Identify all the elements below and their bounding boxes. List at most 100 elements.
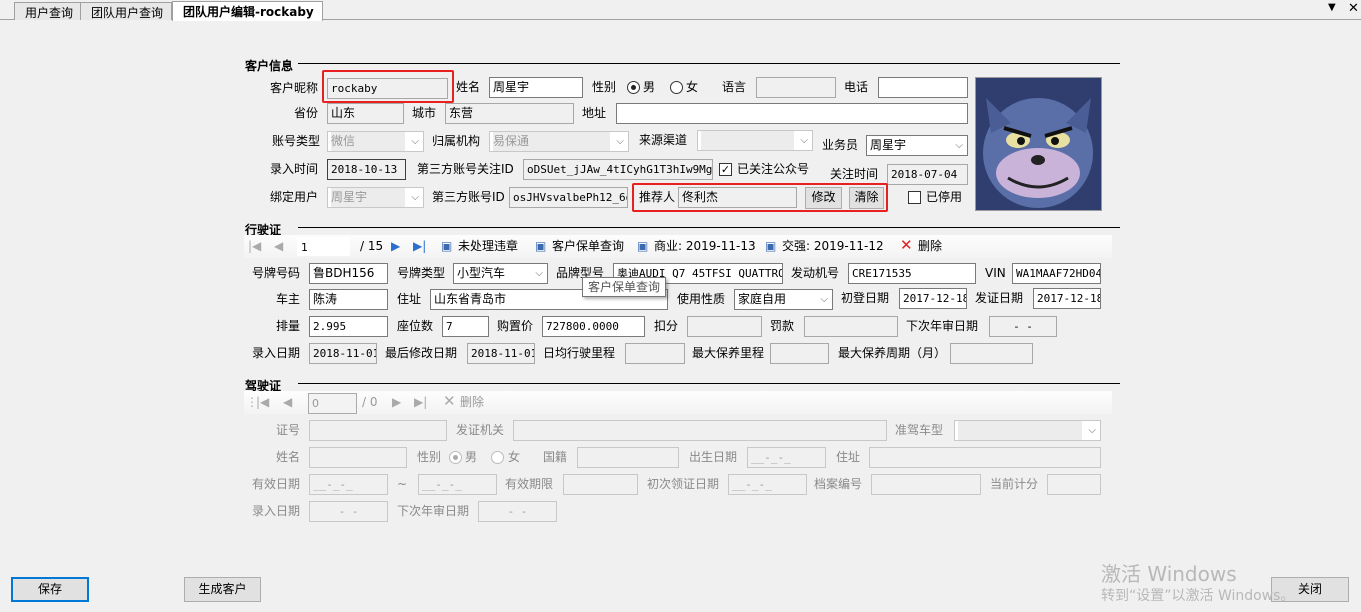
prev-page-icon[interactable]: ◀ (283, 391, 292, 413)
gender-female-radio[interactable] (670, 81, 683, 94)
generate-customer-button[interactable]: 生成客户 (184, 577, 261, 602)
violations-button[interactable]: 未处理违章 (458, 235, 518, 257)
bound-user-select-value: 周星宇 (331, 188, 405, 207)
third-id-field[interactable]: osJHVsvalbePh12_6qI (509, 187, 628, 208)
policy-query-button[interactable]: 客户保单查询 (552, 235, 624, 257)
next-page-icon[interactable]: ▶ (392, 391, 401, 413)
plate-field[interactable]: 鲁BDH156 (309, 263, 388, 284)
picture-icon: ▣ (441, 239, 453, 253)
valid-to-field[interactable]: __-_-_ (418, 474, 497, 495)
license-name-field[interactable] (309, 447, 407, 468)
picture-icon: ▣ (765, 239, 777, 253)
disabled-checkbox[interactable] (908, 191, 921, 204)
tab-team-user-edit[interactable]: 团队用户编辑-rockaby (172, 1, 323, 21)
city-field[interactable]: 东营 (445, 103, 574, 124)
source-select[interactable]: ⌵ (697, 130, 813, 151)
phone-field[interactable] (878, 77, 968, 98)
dropdown-icon[interactable]: ▼ (1328, 2, 1336, 13)
owner-field[interactable]: 陈涛 (309, 289, 388, 310)
birth-label: 出生日期 (689, 450, 738, 464)
follow-time-field[interactable]: 2018-07-04 (887, 164, 968, 185)
last-page-icon[interactable]: ▶| (414, 391, 427, 413)
last-page-icon[interactable]: ▶| (413, 235, 426, 257)
commercial-insurance-button[interactable]: 商业: 2019-11-13 (654, 235, 756, 257)
license-delete-button[interactable]: 删除 (460, 391, 484, 413)
compulsory-insurance-button[interactable]: 交强: 2019-11-12 (782, 235, 884, 257)
daily-km-field[interactable] (625, 343, 685, 364)
first-page-icon[interactable]: |◀ (256, 391, 269, 413)
first-reg-field[interactable]: 2017-12-18 (899, 288, 967, 309)
license-next-inspect-field[interactable]: - - (478, 501, 557, 522)
tab-team-user-query[interactable]: 团队用户查询 (80, 2, 173, 20)
birth-field[interactable]: __-_-_ (747, 447, 826, 468)
vehicle-entry-field[interactable]: 2018-11-01 (309, 343, 377, 364)
license-male-radio[interactable] (449, 451, 462, 464)
nickname-field[interactable]: rockaby (327, 78, 448, 99)
engine-field[interactable]: CRE171535 (848, 263, 976, 284)
gender-male-radio[interactable] (627, 81, 640, 94)
plate-label: 号牌号码 (252, 266, 301, 280)
province-field[interactable]: 山东 (327, 103, 404, 124)
followed-checkbox[interactable]: ✓ (719, 163, 732, 176)
vehicle-delete-button[interactable]: 删除 (918, 235, 942, 257)
max-km-field[interactable] (770, 343, 829, 364)
displacement-field[interactable]: 2.995 (309, 316, 388, 337)
license-page-input[interactable]: 0 (308, 393, 357, 414)
term-field[interactable] (563, 474, 638, 495)
referrer-field[interactable]: 佟利杰 (678, 187, 797, 208)
delete-icon[interactable]: ✕ (443, 390, 456, 412)
plate-type-select[interactable]: 小型汽车 ⌵ (453, 263, 548, 284)
chevron-down-icon: ⌵ (955, 140, 963, 151)
file-no-field[interactable] (871, 474, 981, 495)
next-page-icon[interactable]: ▶ (391, 235, 400, 257)
tab-bar: 用户查询 团队用户查询 团队用户编辑-rockaby ▼ ✕ (0, 0, 1361, 21)
next-inspect-field[interactable]: - - (989, 316, 1057, 337)
price-field[interactable]: 727800.0000 (542, 316, 645, 337)
save-button[interactable]: 保存 (11, 577, 89, 602)
authority-field[interactable] (513, 420, 887, 441)
max-period-field[interactable] (950, 343, 1033, 364)
bound-user-select[interactable]: 周星宇 ⌵ (327, 187, 424, 208)
entry-time-field[interactable]: 2018-10-13 (327, 159, 406, 180)
license-address-field[interactable] (869, 447, 1101, 468)
usage-select[interactable]: 家庭自用 ⌵ (734, 289, 833, 310)
language-label: 语言 (722, 80, 747, 94)
third-follow-id-field[interactable]: oDSUet_jJAw_4tICyhG1T3hIw9Mg (523, 159, 713, 180)
license-female-radio[interactable] (491, 451, 504, 464)
followed-label: 已关注公众号 (737, 162, 810, 176)
nationality-field[interactable] (577, 447, 679, 468)
prev-page-icon[interactable]: ◀ (274, 235, 283, 257)
salesman-select[interactable]: 周星宇 ⌵ (866, 135, 968, 156)
clear-referrer-button[interactable]: 清除 (849, 187, 884, 209)
score-field[interactable] (1047, 474, 1101, 495)
license-entry-field[interactable]: - - (309, 501, 388, 522)
picture-icon: ▣ (535, 239, 547, 253)
gender-label: 性别 (592, 80, 617, 94)
language-field[interactable] (756, 77, 836, 98)
vehicle-page-input[interactable]: 1 (297, 237, 350, 256)
account-type-select[interactable]: 微信 ⌵ (327, 131, 424, 152)
class-select[interactable]: ⌵ (954, 420, 1101, 441)
fine-label: 罚款 (770, 319, 795, 333)
usage-label: 使用性质 (677, 292, 726, 306)
address-field[interactable] (616, 103, 968, 124)
vin-label: VIN (985, 266, 1006, 280)
modify-referrer-button[interactable]: 修改 (805, 187, 842, 209)
issue-date-field[interactable]: 2017-12-18 (1033, 288, 1101, 309)
term-label: 有效期限 (505, 477, 554, 491)
tab-user-query[interactable]: 用户查询 (14, 2, 83, 20)
valid-from-field[interactable]: __-_-_ (309, 474, 388, 495)
delete-icon[interactable]: ✕ (900, 234, 913, 256)
license-no-field[interactable] (309, 420, 447, 441)
vin-field[interactable]: WA1MAAF72HD046 (1012, 263, 1101, 284)
first-issue-field[interactable]: __-_-_ (728, 474, 807, 495)
name-field[interactable]: 周星宇 (489, 77, 583, 98)
fine-field[interactable] (804, 316, 898, 337)
seats-field[interactable]: 7 (442, 316, 489, 337)
points-field[interactable] (687, 316, 762, 337)
license-gender-label: 性别 (417, 450, 442, 464)
first-page-icon[interactable]: |◀ (248, 235, 261, 257)
org-select[interactable]: 易保通 ⌵ (489, 131, 629, 152)
close-icon[interactable]: ✕ (1348, 1, 1359, 16)
modified-field[interactable]: 2018-11-01 (467, 343, 535, 364)
